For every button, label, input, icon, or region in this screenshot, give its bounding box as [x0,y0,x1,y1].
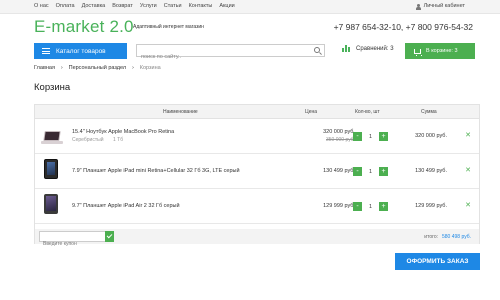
product-old-price: 350 000 руб. [326,137,355,143]
quantity-value[interactable]: 1 [368,134,373,140]
product-price: 320 000 руб. [323,129,355,135]
catalog-button[interactable]: Каталог товаров [34,43,127,59]
compare-link[interactable]: Сравнений: 3 [342,45,394,52]
coupon-apply-check-icon[interactable] [105,231,114,242]
top-link-about[interactable]: О нас [34,2,49,11]
total-value: 580 498 руб. [442,234,471,240]
site-logo[interactable]: E-market 2.0 [34,17,134,37]
breadcrumb-separator-icon: › [60,65,63,71]
cart-button-label: В корзине: 3 [426,48,458,54]
page-title: Корзина [34,82,71,93]
search-icon[interactable] [314,47,320,53]
cart-table-header: Наименование Цена Кол-во, шт Сумма [35,105,479,119]
search-box [136,44,325,63]
breadcrumb-separator-icon: › [132,65,134,71]
compare-label: Сравнений: 3 [356,45,394,52]
product-name[interactable]: 15.4" Ноутбук Apple MacBook Pro Retina [72,129,174,135]
quantity-minus-button[interactable]: - [353,167,362,176]
compare-bars-icon [342,45,350,52]
quantity-minus-button[interactable]: - [353,132,362,141]
quantity-plus-button[interactable]: + [379,167,388,176]
contact-phones: +7 987 654-32-10, +7 800 976-54-32 [333,22,473,32]
personal-cabinet-link[interactable]: Личный кабинет [415,2,465,11]
breadcrumb-home[interactable]: Главная [34,65,55,71]
remove-item-icon[interactable]: ✕ [465,166,471,174]
breadcrumb-personal[interactable]: Персональный раздел [69,65,126,71]
row-sum: 320 000 руб. [415,133,447,139]
site-tagline: Адаптивный интернет магазин [133,24,204,30]
product-size: 1 Тб [113,137,124,143]
quantity-plus-button[interactable]: + [379,202,388,211]
top-links: О нас Оплата Доставка Возврат Услуги Ста… [34,2,235,11]
user-icon [415,3,421,10]
quantity-plus-button[interactable]: + [379,132,388,141]
cart-row: 15.4" Ноутбук Apple MacBook Pro Retina С… [35,119,479,154]
breadcrumb: Главная › Персональный раздел › Корзина [34,65,161,71]
coupon-input[interactable] [40,239,96,249]
checkout-button[interactable]: ОФОРМИТЬ ЗАКАЗ [395,253,480,270]
row-sum: 129 999 руб. [415,203,447,209]
quantity-stepper: - 1 + [353,167,388,176]
column-header-qty: Кол-во, шт [355,109,380,115]
cart-total: итого: 580 498 руб. [424,234,471,240]
menu-icon [42,48,50,54]
top-link-articles[interactable]: Статьи [164,2,182,11]
product-image-ipad-mini[interactable] [41,158,61,184]
product-price: 130 499 руб. [323,168,355,174]
product-price: 129 999 руб. [323,203,355,209]
quantity-value[interactable]: 1 [368,204,373,210]
top-link-payment[interactable]: Оплата [56,2,75,11]
cart-row: 7.9" Планшет Apple iPad mini Retina+Cell… [35,154,479,189]
top-link-delivery[interactable]: Доставка [82,2,106,11]
cart-button[interactable]: В корзине: 3 [405,43,475,59]
cart-icon [414,48,422,56]
product-image-ipad-air[interactable] [41,193,61,219]
remove-item-icon[interactable]: ✕ [465,201,471,209]
top-link-return[interactable]: Возврат [112,2,133,11]
top-link-contacts[interactable]: Контакты [189,2,213,11]
top-link-promotions[interactable]: Акции [219,2,234,11]
product-name[interactable]: 7.9" Планшет Apple iPad mini Retina+Cell… [72,168,240,174]
personal-cabinet-label: Личный кабинет [423,3,465,9]
remove-item-icon[interactable]: ✕ [465,131,471,139]
search-input[interactable] [137,51,307,63]
column-header-name: Наименование [163,109,198,115]
product-color: Серебристый [72,137,104,143]
product-name[interactable]: 9.7" Планшет Apple iPad Air 2 32 Гб серы… [72,203,180,209]
quantity-minus-button[interactable]: - [353,202,362,211]
breadcrumb-current: Корзина [139,65,161,71]
top-navigation-bar: О нас Оплата Доставка Возврат Услуги Ста… [0,0,500,14]
total-label: итого: [424,234,438,240]
catalog-button-label: Каталог товаров [56,47,106,55]
quantity-stepper: - 1 + [353,132,388,141]
cart-row: 9.7" Планшет Apple iPad Air 2 32 Гб серы… [35,189,479,224]
cart-table-footer: итого: 580 498 руб. [35,229,479,249]
quantity-value[interactable]: 1 [368,169,373,175]
quantity-stepper: - 1 + [353,202,388,211]
product-image-macbook[interactable] [41,123,63,149]
row-sum: 130 499 руб. [415,168,447,174]
column-header-price: Цена [305,109,318,115]
cart-table: Наименование Цена Кол-во, шт Сумма 15.4"… [34,104,480,249]
coupon-box [39,231,114,249]
column-header-sum: Сумма [421,109,437,115]
top-link-services[interactable]: Услуги [140,2,157,11]
